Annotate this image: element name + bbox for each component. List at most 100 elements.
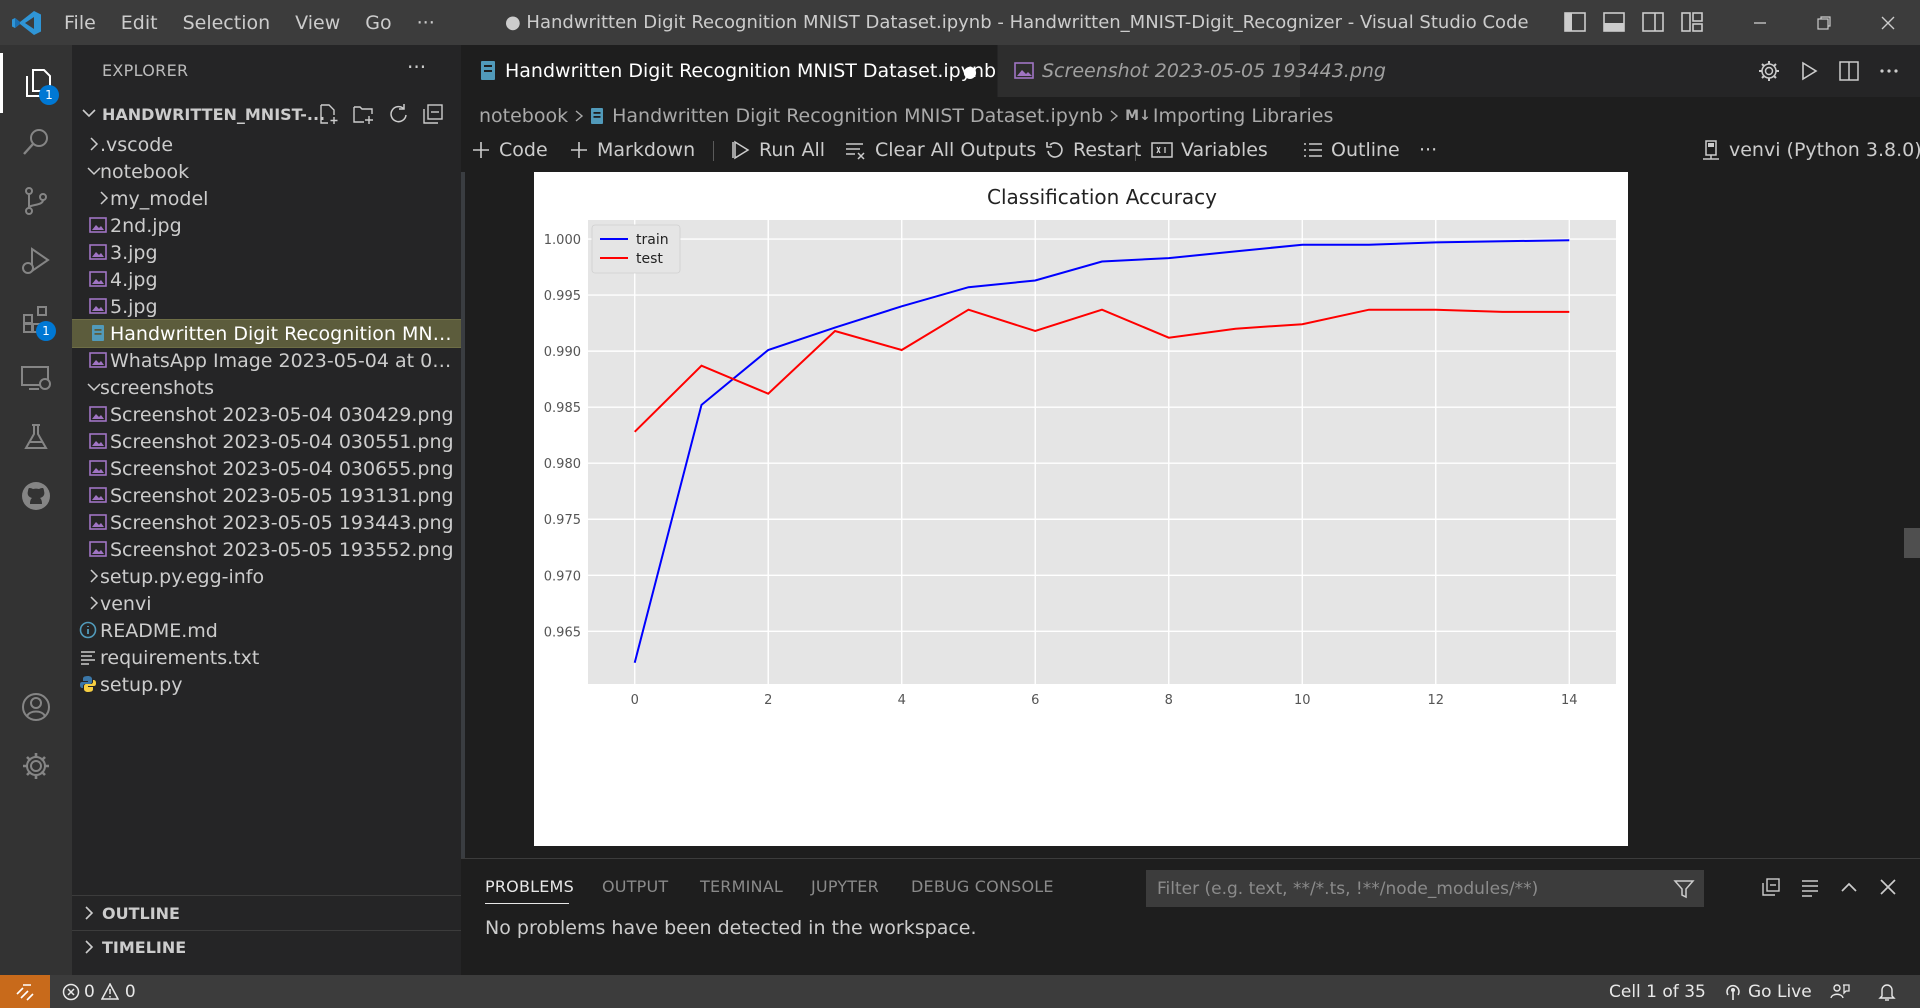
panel-tab-jupyter[interactable]: JUPYTER	[811, 877, 879, 896]
explorer-sidebar: EXPLORER ··· HANDWRITTEN_MNIST-... .vsco…	[72, 45, 461, 975]
explorer-more-button[interactable]: ···	[407, 55, 426, 79]
extensions-icon[interactable]: 1	[0, 289, 72, 349]
toolbar-separator	[1135, 141, 1136, 161]
explorer-icon[interactable]: 1	[0, 53, 72, 113]
view-as-list-icon[interactable]	[1798, 875, 1822, 899]
error-icon	[62, 983, 80, 1001]
tree-file[interactable]: 4.jpg	[72, 266, 461, 293]
notifications-bell-icon[interactable]	[1878, 975, 1896, 1008]
tab-notebook-label: Handwritten Digit Recognition MNIST Data…	[505, 60, 997, 82]
tree-file[interactable]: Screenshot 2023-05-05 193443.png	[72, 509, 461, 536]
tree-folder[interactable]: setup.py.egg-info	[72, 563, 461, 590]
menu-file[interactable]: File	[64, 12, 96, 34]
kernel-picker[interactable]: venvi (Python 3.8.0)	[1701, 135, 1920, 165]
panel-tab-problems[interactable]: PROBLEMS	[485, 877, 574, 896]
tree-file[interactable]: Screenshot 2023-05-04 030655.png	[72, 455, 461, 482]
customize-layout-icon[interactable]	[1680, 11, 1704, 33]
menu-view[interactable]: View	[295, 12, 340, 34]
tree-file[interactable]: 5.jpg	[72, 293, 461, 320]
add-code-cell-button[interactable]: Code	[471, 135, 548, 165]
close-window-icon[interactable]	[1856, 0, 1920, 45]
tree-file[interactable]: Screenshot 2023-05-04 030551.png	[72, 428, 461, 455]
run-debug-icon[interactable]	[0, 230, 72, 290]
tree-item-label: 4.jpg	[110, 268, 158, 291]
panel-tab-terminal[interactable]: TERMINAL	[700, 877, 783, 896]
tab-screenshot[interactable]: Screenshot 2023-05-05 193443.png	[998, 45, 1386, 97]
run-play-icon[interactable]	[1797, 59, 1821, 83]
tree-file[interactable]: Handwritten Digit Recognition MNI...	[72, 319, 461, 348]
cell-focus-bar	[461, 172, 465, 858]
new-file-icon[interactable]	[316, 102, 340, 126]
restart-kernel-button[interactable]: Restart	[1045, 135, 1141, 165]
tree-file[interactable]: 2nd.jpg	[72, 212, 461, 239]
collapse-all-icon[interactable]	[1759, 875, 1783, 899]
tree-item-label: .vscode	[100, 133, 174, 156]
tree-file[interactable]: Screenshot 2023-05-05 193131.png	[72, 482, 461, 509]
menu-selection[interactable]: Selection	[183, 12, 271, 34]
remote-explorer-icon[interactable]	[0, 348, 72, 408]
menu-go[interactable]: Go	[365, 12, 391, 34]
toggle-primary-sidebar-icon[interactable]	[1563, 11, 1587, 33]
close-panel-icon[interactable]	[1876, 875, 1900, 899]
tree-folder[interactable]: screenshots	[72, 374, 461, 401]
search-icon[interactable]	[0, 112, 72, 172]
remote-indicator-icon[interactable]	[0, 975, 50, 1008]
tree-folder[interactable]: notebook	[72, 158, 461, 185]
notebook-settings-gear-icon[interactable]	[1757, 59, 1781, 83]
refresh-icon[interactable]	[386, 102, 410, 126]
feedback-icon[interactable]	[1830, 975, 1850, 1008]
breadcrumb: notebook Handwritten Digit Recognition M…	[479, 101, 1333, 131]
breadcrumb-folder[interactable]: notebook	[479, 105, 568, 127]
python-file-icon	[78, 674, 98, 694]
tree-file[interactable]: 3.jpg	[72, 239, 461, 266]
tree-file[interactable]: README.md	[72, 617, 461, 644]
tree-file[interactable]: requirements.txt	[72, 644, 461, 671]
cell-position-status[interactable]: Cell 1 of 35	[1609, 975, 1706, 1008]
add-markdown-cell-button[interactable]: Markdown	[569, 135, 695, 165]
testing-icon[interactable]	[0, 407, 72, 467]
manage-gear-icon[interactable]	[0, 736, 72, 796]
new-folder-icon[interactable]	[351, 102, 375, 126]
outline-section[interactable]: OUTLINE	[72, 897, 461, 930]
active-tab-underline	[485, 903, 569, 904]
variables-button[interactable]: Variables	[1151, 135, 1268, 165]
panel-tab-debug-console[interactable]: DEBUG CONSOLE	[911, 877, 1054, 896]
timeline-section[interactable]: TIMELINE	[72, 931, 461, 964]
github-icon[interactable]	[0, 466, 72, 526]
problems-status[interactable]: 0 0	[62, 975, 136, 1008]
minimize-icon[interactable]	[1728, 0, 1792, 45]
tree-folder[interactable]: my_model	[72, 185, 461, 212]
breadcrumb-section[interactable]: Importing Libraries	[1153, 105, 1334, 127]
tab-dirty-indicator[interactable]: ●	[963, 62, 977, 81]
workspace-root-section[interactable]: HANDWRITTEN_MNIST-...	[72, 98, 461, 130]
toolbar-more-button[interactable]: ···	[1419, 135, 1437, 165]
menu-edit[interactable]: Edit	[121, 12, 158, 34]
accounts-icon[interactable]	[0, 677, 72, 737]
breadcrumb-file[interactable]: Handwritten Digit Recognition MNIST Data…	[612, 105, 1103, 127]
tree-folder[interactable]: venvi	[72, 590, 461, 617]
tree-file[interactable]: setup.py	[72, 671, 461, 698]
restore-icon[interactable]	[1792, 0, 1856, 45]
tree-file[interactable]: Screenshot 2023-05-04 030429.png	[72, 401, 461, 428]
maximize-panel-chevron-up-icon[interactable]	[1837, 875, 1861, 899]
clear-all-outputs-button[interactable]: Clear All Outputs	[845, 135, 1036, 165]
problems-filter-input[interactable]	[1147, 871, 1647, 906]
source-control-icon[interactable]	[0, 171, 72, 231]
toggle-secondary-sidebar-icon[interactable]	[1641, 11, 1665, 33]
filter-funnel-icon[interactable]	[1673, 878, 1695, 900]
tree-folder[interactable]: .vscode	[72, 131, 461, 158]
more-actions-icon[interactable]	[1877, 59, 1901, 83]
collapse-all-icon[interactable]	[421, 102, 445, 126]
go-live-button[interactable]: Go Live	[1724, 975, 1812, 1008]
menu-more[interactable]: ···	[417, 12, 435, 34]
x-tick-label: 4	[898, 693, 906, 708]
outline-button[interactable]: Outline	[1303, 135, 1400, 165]
tab-notebook[interactable]: Handwritten Digit Recognition MNIST Data…	[461, 45, 997, 97]
tree-file[interactable]: Screenshot 2023-05-05 193552.png	[72, 536, 461, 563]
editor-scrollbar-thumb[interactable]	[1904, 528, 1920, 558]
panel-tab-output[interactable]: OUTPUT	[602, 877, 668, 896]
tree-file[interactable]: WhatsApp Image 2023-05-04 at 02....	[72, 347, 461, 374]
split-editor-icon[interactable]	[1837, 59, 1861, 83]
run-all-button[interactable]: Run All	[731, 135, 825, 165]
toggle-panel-icon[interactable]	[1602, 11, 1626, 33]
